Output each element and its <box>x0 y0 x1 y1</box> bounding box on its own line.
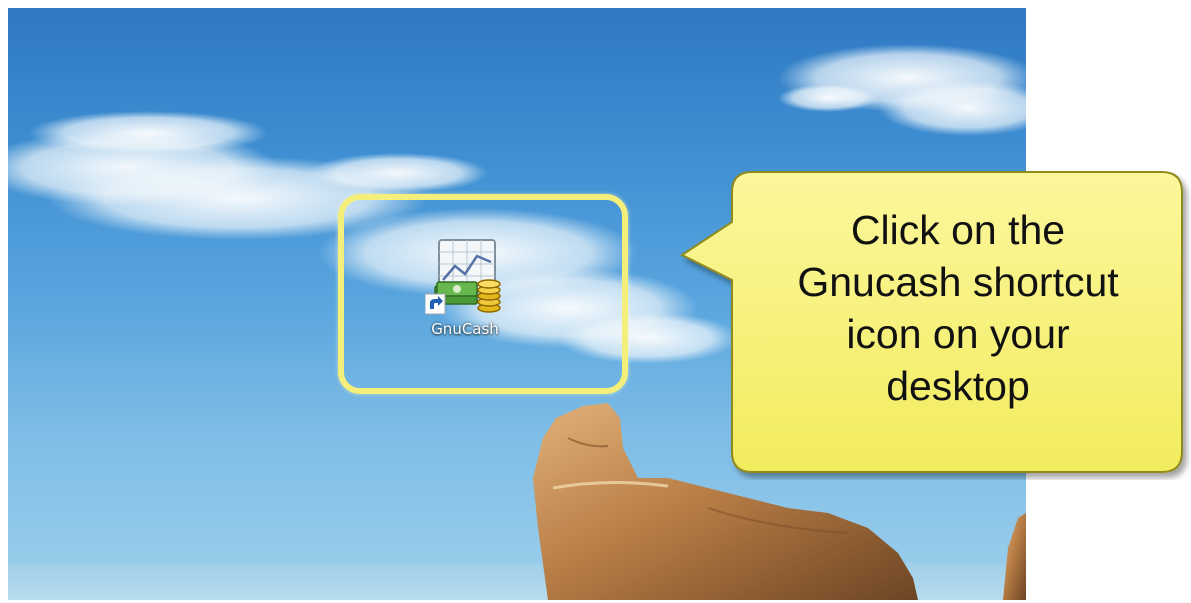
gnucash-icon <box>425 239 501 315</box>
callout-line: Click on the <box>850 207 1066 253</box>
tutorial-screenshot: GnuCash Click on the Gnucash shortcut ic… <box>0 0 1191 603</box>
callout-text: Click on the Gnucash shortcut icon on yo… <box>728 204 1188 412</box>
shortcut-label: GnuCash <box>431 320 499 338</box>
instruction-callout: Click on the Gnucash shortcut icon on yo… <box>680 170 1191 480</box>
gnucash-desktop-shortcut[interactable]: GnuCash <box>415 236 515 346</box>
callout-line: icon on your <box>846 311 1070 357</box>
callout-line: Gnucash shortcut <box>797 259 1119 305</box>
callout-line: desktop <box>886 363 1030 409</box>
